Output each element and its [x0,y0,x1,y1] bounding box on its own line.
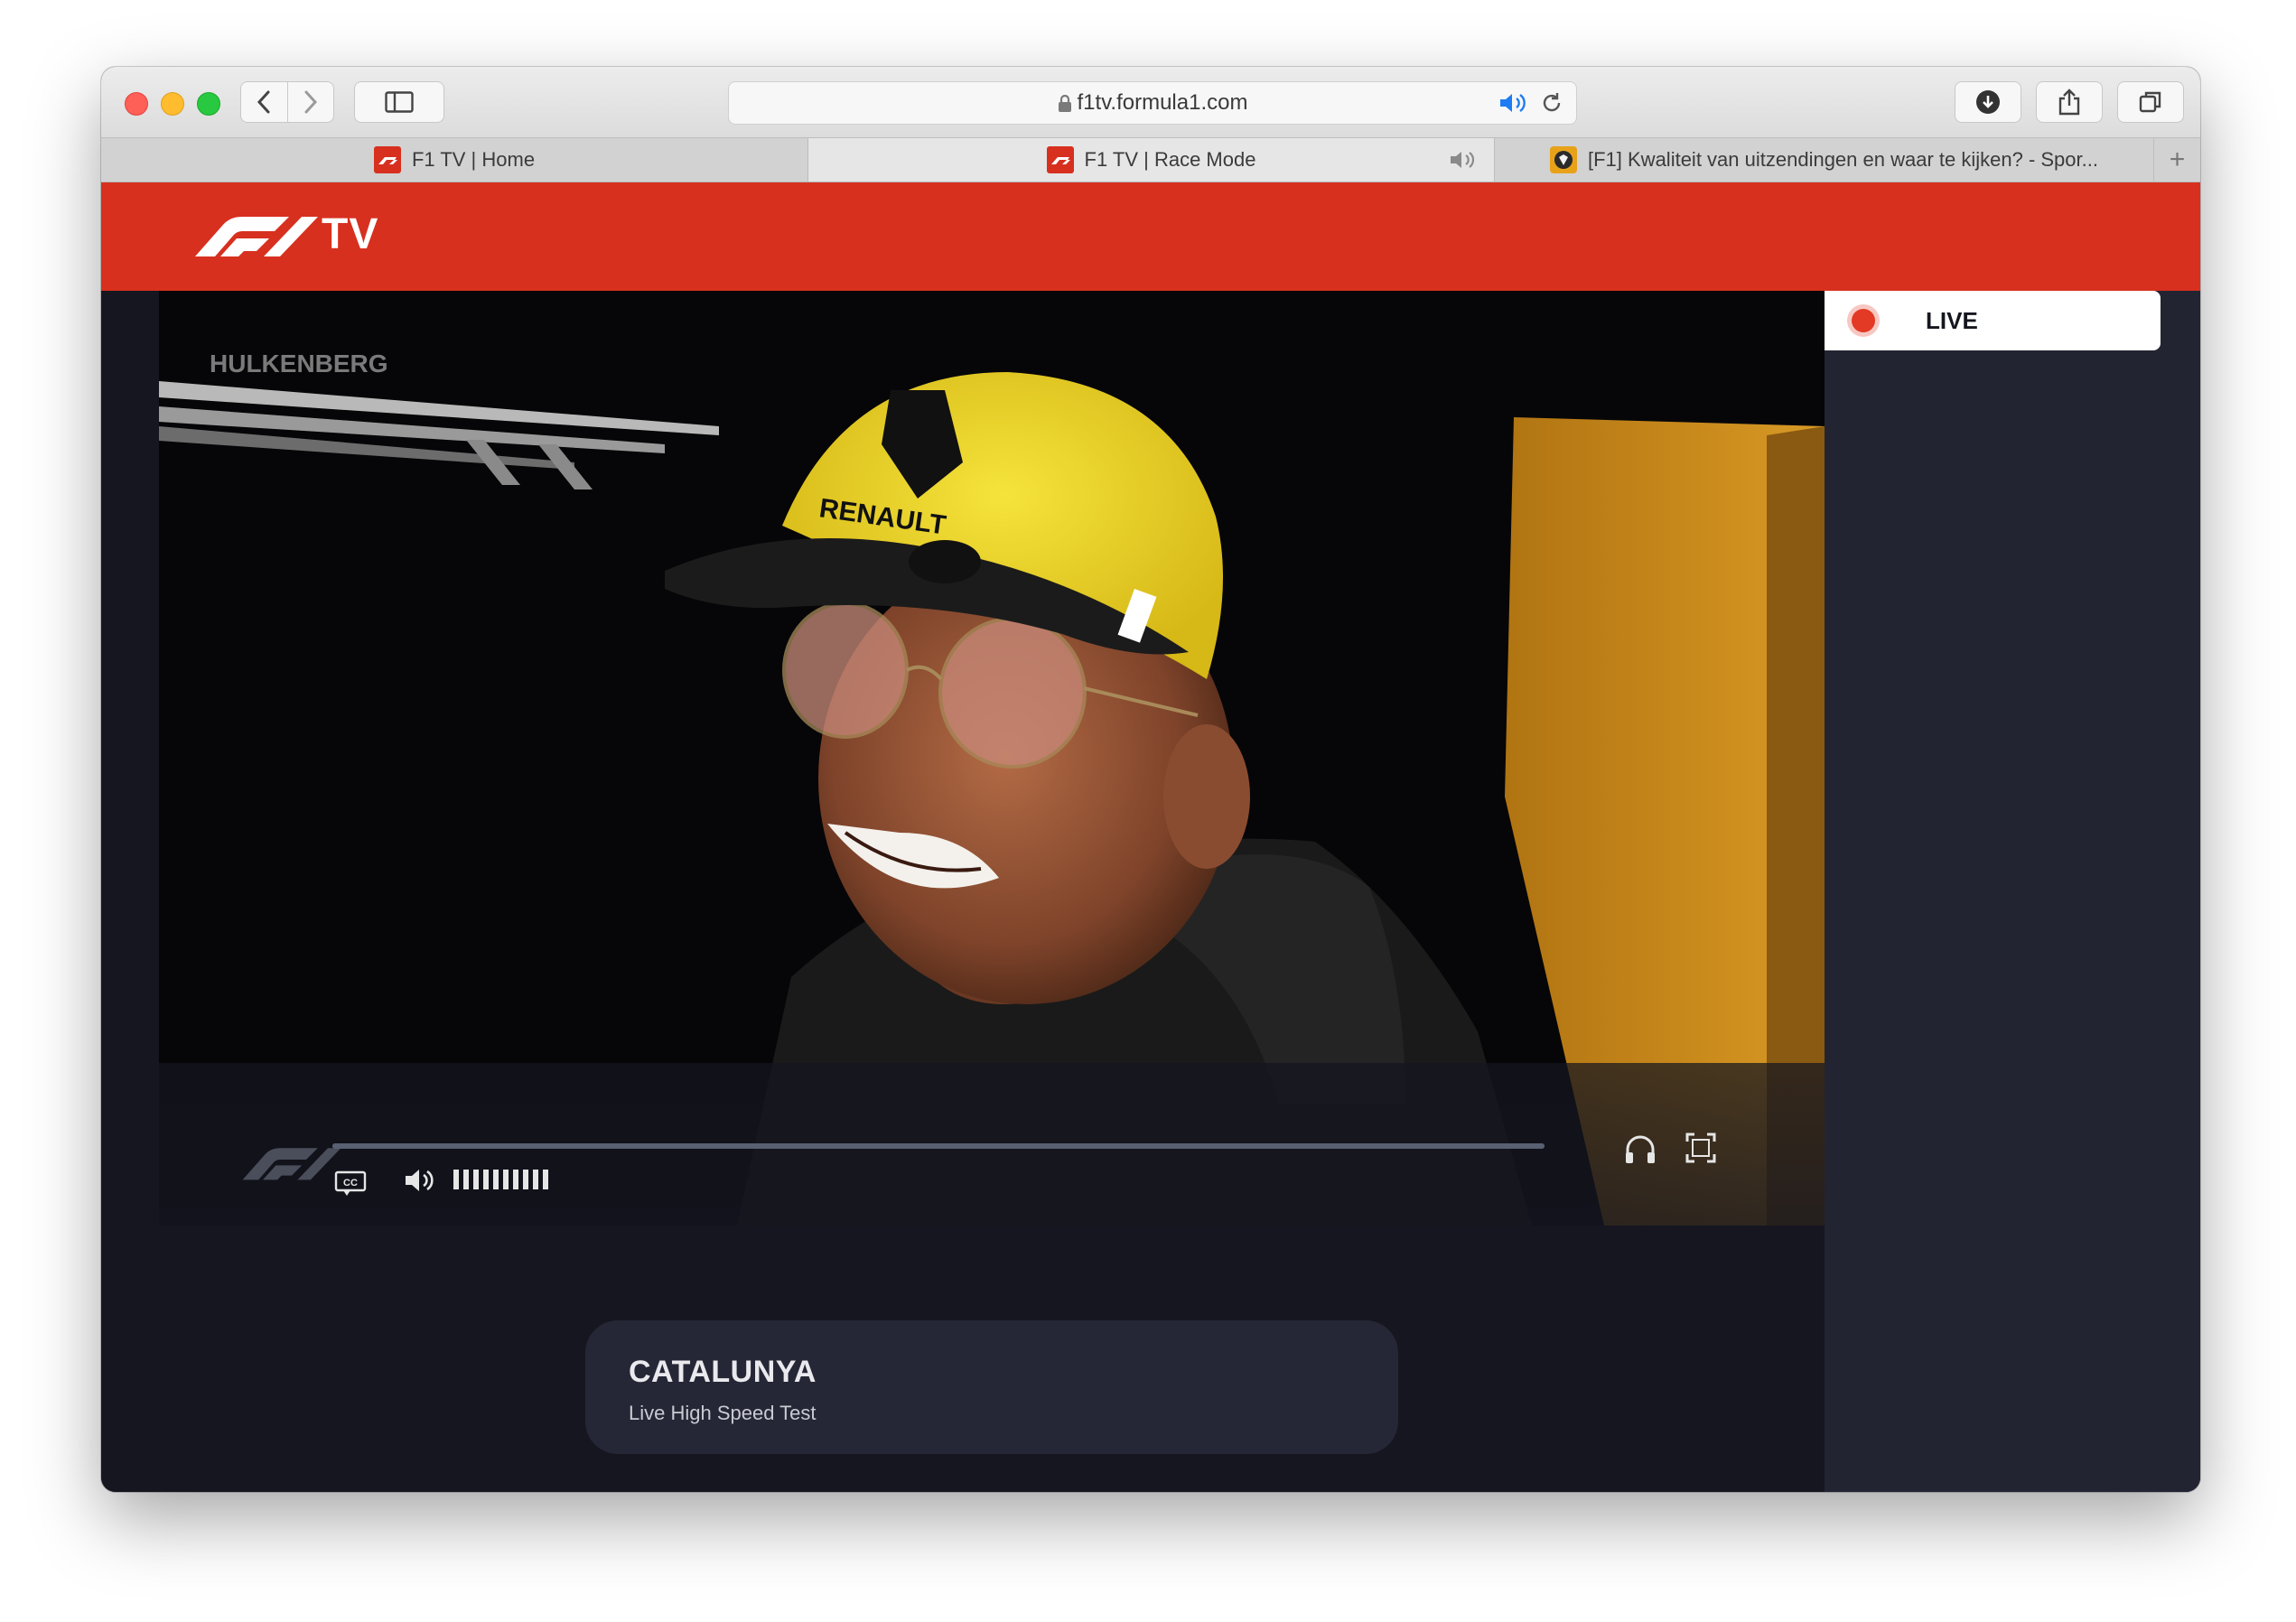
site-header: TV [101,182,2200,291]
volume-bar-segment [533,1170,538,1189]
new-tab-button[interactable]: + [2153,138,2200,182]
reload-icon[interactable] [1540,91,1563,115]
headphones-icon[interactable] [1624,1134,1657,1165]
volume-bar-segment [483,1170,489,1189]
tab-forum[interactable]: [F1] Kwaliteit van uitzendingen en waar … [1494,138,2153,182]
browser-window: f1tv.formula1.com F1 TV | Home F1 TV | R… [101,67,2200,1492]
download-icon [1976,90,2000,114]
f1-watermark-logo [242,1148,341,1180]
lock-icon [1058,94,1071,112]
tab-bar: F1 TV | Home F1 TV | Race Mode [F1] Kwal… [101,137,2200,182]
fullscreen-icon[interactable] [1685,1133,1716,1163]
navigation-buttons [240,81,334,123]
address-bar[interactable]: f1tv.formula1.com [728,81,1577,125]
close-window-button[interactable] [125,92,148,116]
cc-icon[interactable]: CC [334,1170,367,1198]
tab-label: F1 TV | Home [411,148,536,171]
svg-text:HULKENBERG: HULKENBERG [210,350,388,378]
zoom-window-button[interactable] [197,92,220,116]
volume-bar-segment [543,1170,548,1189]
svg-text:CC: CC [343,1178,358,1189]
downloads-button[interactable] [1955,81,2021,123]
speaker-playing-icon[interactable] [1498,91,1529,115]
volume-bar-segment [523,1170,528,1189]
tabs-overview-icon [2139,91,2161,113]
minimize-window-button[interactable] [161,92,184,116]
tab-f1tv-race-mode[interactable]: F1 TV | Race Mode [807,138,1494,182]
share-icon [2058,89,2080,116]
live-side-panel: LIVE [1825,291,2200,1492]
live-indicator-icon [1852,309,1875,332]
url-text: f1tv.formula1.com [1077,90,1248,115]
volume-level[interactable] [453,1170,548,1189]
share-button[interactable] [2036,81,2103,123]
f1-favicon-icon [1046,146,1074,173]
volume-icon[interactable] [403,1167,435,1194]
tab-label: [F1] Kwaliteit van uitzendingen en waar … [1588,148,2098,171]
f1-logo[interactable] [195,213,318,258]
show-sidebar-button[interactable] [354,81,444,123]
video-player[interactable]: HULKENBERG RENAULT CC [159,291,1825,1226]
event-info-card[interactable]: CATALUNYA Live High Speed Test [585,1320,1398,1454]
back-button[interactable] [241,82,287,122]
live-tab[interactable]: LIVE [1825,291,2161,350]
f1-favicon-icon [373,146,401,173]
volume-bar-segment [473,1170,479,1189]
event-title: CATALUNYA [629,1355,817,1389]
progress-fill [332,1143,1545,1149]
chevron-left-icon [257,90,270,114]
volume-bar-segment [493,1170,499,1189]
forward-button[interactable] [286,82,334,122]
race-mode-content: HULKENBERG RENAULT CC LIVE CATALUNYA Liv… [101,291,2200,1492]
volume-bar-segment [463,1170,469,1189]
tab-f1tv-home[interactable]: F1 TV | Home [101,138,807,182]
speaker-icon[interactable] [1449,149,1479,171]
sidebar-icon [385,91,414,113]
show-all-tabs-button[interactable] [2117,81,2184,123]
title-bar: f1tv.formula1.com [101,67,2200,137]
chevron-right-icon [304,90,317,114]
live-label: LIVE [1926,307,1978,334]
volume-bar-segment [503,1170,509,1189]
volume-bar-segment [453,1170,459,1189]
volume-bar-segment [513,1170,518,1189]
forum-favicon-icon [1550,146,1577,173]
tv-logo-text: TV [322,210,379,258]
tab-label: F1 TV | Race Mode [1084,148,1256,171]
event-subtitle: Live High Speed Test [629,1402,817,1424]
progress-bar[interactable] [332,1143,1545,1149]
plus-icon: + [2169,144,2186,174]
